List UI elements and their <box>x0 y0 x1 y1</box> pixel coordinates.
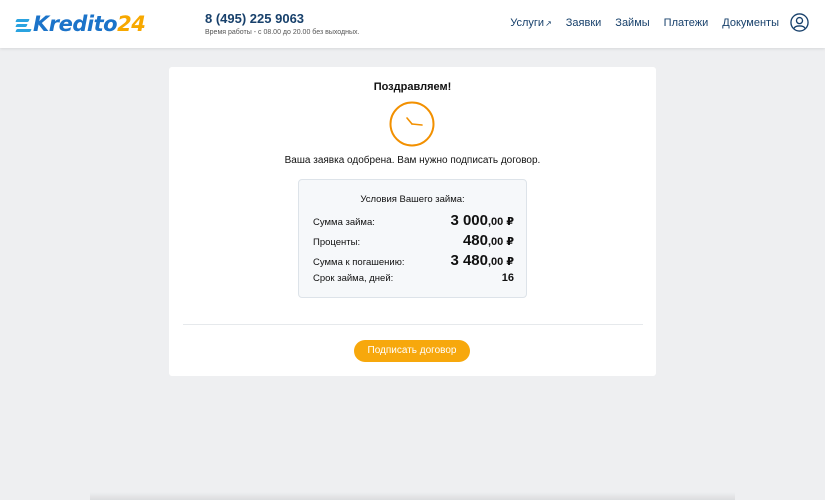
term-row-loan-term: Срок займа, дней: 16 <box>313 272 514 290</box>
term-row-total-repayment: Сумма к погашению: 3 480,00 ₽ <box>313 252 514 270</box>
term-row-interest: Проценты: 480,00 ₽ <box>313 232 514 250</box>
term-value-integer: 480 <box>462 232 488 249</box>
user-profile-icon[interactable] <box>790 13 809 32</box>
approval-message: Ваша заявка одобрена. Вам нужно подписат… <box>284 155 541 166</box>
terms-title: Условия Вашего займа: <box>360 194 465 205</box>
external-link-icon: ↗ <box>545 19 552 28</box>
term-row-loan-amount: Сумма займа: 3 000,00 ₽ <box>313 212 514 230</box>
loan-terms-box: Условия Вашего займа: Сумма займа: 3 000… <box>298 179 527 298</box>
term-value: 3 000,00 ₽ <box>450 212 514 230</box>
contact-block: 8 (495) 225 9063 Время работы - с 08.00 … <box>205 11 359 36</box>
term-label: Проценты: <box>313 237 361 248</box>
logo-text-part2: 24 <box>117 12 146 36</box>
logo-text-part1: Kredito <box>33 12 118 36</box>
nav-item-services[interactable]: Услуги↗ <box>510 17 552 29</box>
logo-text: Kredito24 <box>33 12 146 36</box>
term-value-integer: 3 000 <box>450 212 488 229</box>
nav-item-documents[interactable]: Документы <box>722 17 779 29</box>
footer-shadow <box>90 492 735 500</box>
divider <box>183 324 643 325</box>
top-header: Kredito24 8 (495) 225 9063 Время работы … <box>0 0 825 48</box>
term-label: Срок займа, дней: <box>313 273 394 284</box>
nav-item-payments[interactable]: Платежи <box>664 17 709 29</box>
term-value-integer: 3 480 <box>450 252 488 269</box>
nav-item-loans[interactable]: Займы <box>615 17 649 29</box>
logo[interactable]: Kredito24 <box>15 10 146 38</box>
logo-stripes-icon <box>15 16 32 32</box>
term-value: 3 480,00 ₽ <box>450 252 514 270</box>
sign-contract-button[interactable]: Подписать договор <box>354 340 470 362</box>
term-value-decimal: ,00 ₽ <box>487 256 514 268</box>
term-label: Сумма займа: <box>313 217 375 228</box>
working-hours: Время работы - с 08.00 до 20.00 без выхо… <box>205 29 360 36</box>
term-value: 480,00 ₽ <box>463 232 514 250</box>
term-value-decimal: ,00 ₽ <box>487 236 514 248</box>
card-title: Поздравляем! <box>373 81 452 93</box>
nav-item-applications[interactable]: Заявки <box>566 17 602 29</box>
clock-icon <box>389 101 435 147</box>
nav-item-label: Услуги <box>510 17 545 29</box>
term-value-decimal: ,00 ₽ <box>487 216 514 228</box>
term-value: 16 <box>501 272 514 284</box>
approval-card: Поздравляем! Ваша заявка одобрена. Вам н… <box>169 67 656 376</box>
main-nav: Услуги↗ Заявки Займы Платежи Документы <box>510 17 779 29</box>
term-label: Сумма к погашению: <box>313 257 405 268</box>
phone-number[interactable]: 8 (495) 225 9063 <box>205 11 359 26</box>
